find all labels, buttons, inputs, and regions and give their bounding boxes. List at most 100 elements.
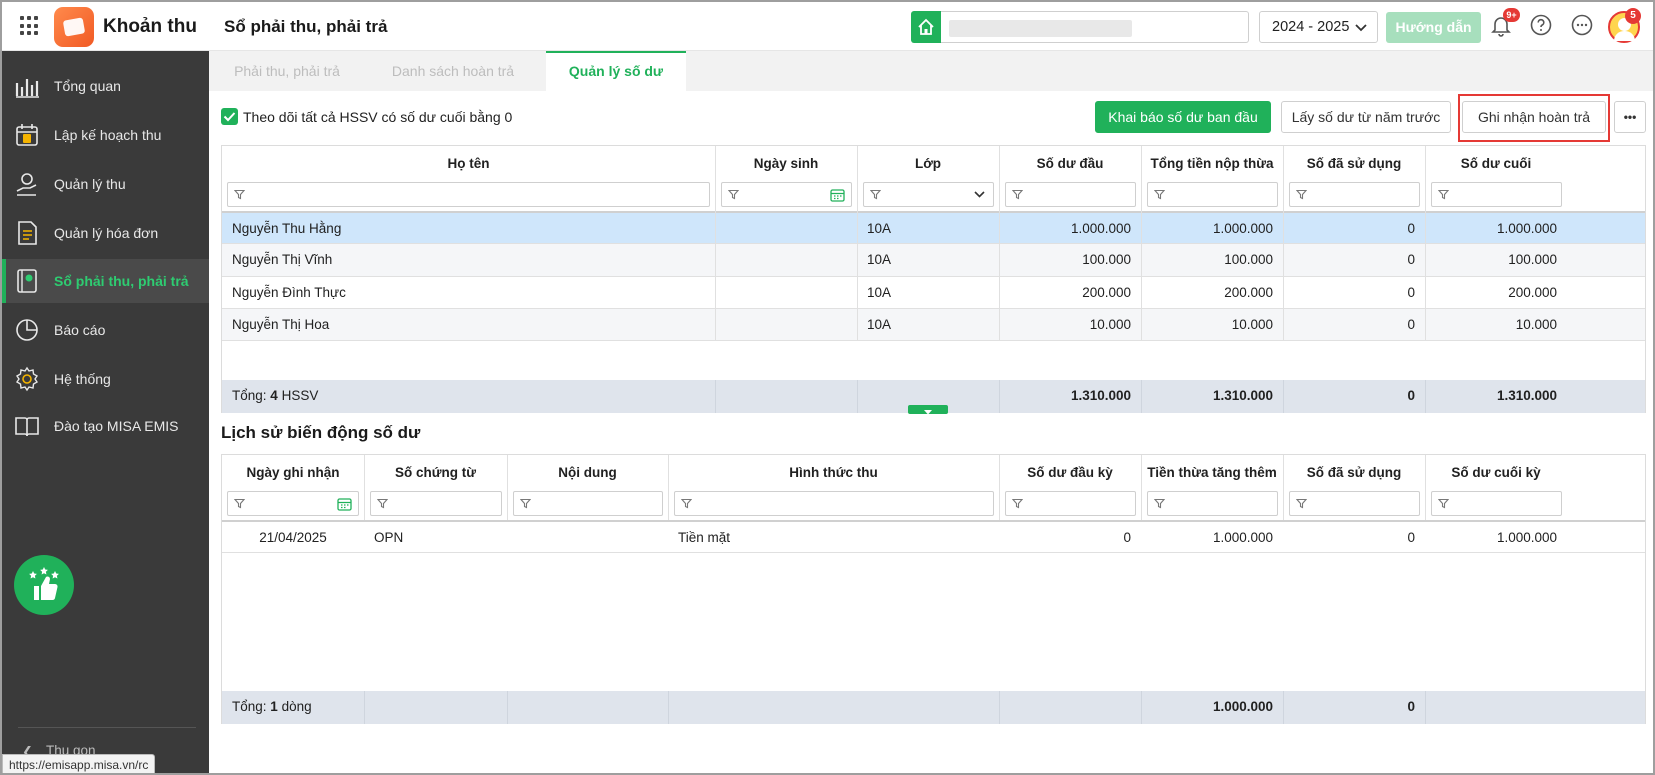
filter-icon: [870, 189, 881, 200]
filter-input-so-du-cuoi-ky[interactable]: [1431, 491, 1562, 516]
column-header-so-chung-tu[interactable]: Số chứng từ: [364, 455, 507, 491]
filter-input-ngay-ghi-nhan[interactable]: [227, 491, 359, 516]
column-header-so-du-dau-ky[interactable]: Số dư đầu kỳ: [999, 455, 1141, 491]
filter-input-tien-thua-tang-them[interactable]: [1147, 491, 1278, 516]
filter-input-tong-tien-nop-thua[interactable]: [1147, 182, 1278, 207]
column-header-tong-tien-nop-thua[interactable]: Tổng tiền nộp thừa: [1141, 146, 1283, 182]
sidebar-item-quan-ly-thu[interactable]: Quản lý thu: [2, 162, 209, 206]
chart-icon: [15, 79, 39, 98]
filter-icon: [1438, 498, 1449, 509]
app-logo: [54, 7, 94, 47]
status-bar-url: https://emisapp.misa.vn/rc: [2, 754, 156, 773]
column-header-ho-ten[interactable]: Họ tên: [222, 146, 715, 182]
column-header-lop[interactable]: Lớp: [857, 146, 999, 182]
footer-so-da-su-dung: 0: [1407, 699, 1415, 714]
filter-input-noi-dung[interactable]: [513, 491, 663, 516]
declare-opening-balance-button[interactable]: Khai báo số dư ban đầu: [1095, 101, 1271, 133]
footer-so-du-cuoi-ky: [1425, 691, 1567, 723]
more-actions-button[interactable]: •••: [1614, 101, 1646, 133]
calendar-icon[interactable]: [337, 497, 352, 511]
column-header-tien-thua-tang-them[interactable]: Tiền thừa tăng thêm: [1141, 455, 1283, 491]
column-header-ngay-sinh[interactable]: Ngày sinh: [715, 146, 857, 182]
cell-ngay-sinh: [715, 244, 857, 276]
cell-so-du-cuoi: 100.000: [1508, 252, 1557, 267]
footer-so-du-dau-ky: [999, 691, 1141, 723]
tab-phai-thu-phai-tra[interactable]: Phải thu, phải trả: [209, 51, 365, 91]
sidebar-item-so-phai-thu-phai-tra[interactable]: Sổ phải thu, phải trả: [2, 259, 209, 303]
footer-so-du-cuoi: 1.310.000: [1496, 388, 1557, 403]
table-row[interactable]: Nguyễn Thu Hằng 10A 1.000.000 1.000.000 …: [222, 211, 1645, 244]
cell-so-da-su-dung: 0: [1407, 530, 1415, 545]
filter-icon: [1296, 498, 1307, 509]
cell-ngay-sinh: [715, 277, 857, 309]
sidebar: Tổng quan Lập kế hoạch thu Quản lý thu Q…: [2, 51, 209, 773]
column-header-so-du-cuoi[interactable]: Số dư cuối: [1425, 146, 1567, 182]
cell-tien-thua-tang-them: 1.000.000: [1212, 530, 1273, 545]
table-row[interactable]: Nguyễn Thị Hoa 10A 10.000 10.000 0 10.00…: [222, 308, 1645, 341]
cell-so-du-dau: 200.000: [1082, 285, 1131, 300]
cell-so-du-dau: 100.000: [1082, 252, 1131, 267]
sidebar-item-bao-cao[interactable]: Báo cáo: [2, 308, 209, 352]
filter-icon: [681, 498, 692, 509]
track-zero-balance-checkbox[interactable]: [221, 108, 238, 125]
column-header-ngay-ghi-nhan[interactable]: Ngày ghi nhận: [222, 455, 364, 491]
table-row[interactable]: 21/04/2025 OPN Tiền mặt 0 1.000.000 0 1.…: [222, 520, 1645, 553]
footer-tien-thua-tang-them: 1.000.000: [1212, 699, 1273, 714]
filter-input-so-du-dau-ky[interactable]: [1005, 491, 1136, 516]
calendar-icon[interactable]: [830, 188, 845, 202]
filter-icon: [1154, 189, 1165, 200]
school-year-select[interactable]: 2024 - 2025: [1259, 11, 1378, 43]
notification-button[interactable]: 9+: [1489, 8, 1520, 39]
sidebar-item-lap-ke-hoach-thu[interactable]: Lập kế hoạch thu: [2, 113, 209, 157]
cell-lop: 10A: [867, 221, 892, 236]
filter-input-hinh-thuc-thu[interactable]: [674, 491, 994, 516]
fetch-previous-year-button[interactable]: Lấy số dư từ năm trước: [1281, 101, 1451, 133]
table-footer: Tổng: 1 dòng 1.000.000 0: [222, 691, 1645, 724]
column-header-so-da-su-dung[interactable]: Số đã sử dụng: [1283, 455, 1425, 491]
school-select[interactable]: [941, 11, 1249, 43]
filter-input-so-da-su-dung[interactable]: [1289, 182, 1420, 207]
home-button[interactable]: [911, 11, 941, 43]
highlight-annotation: [1458, 94, 1610, 142]
footer-so-du-dau: 1.310.000: [1070, 388, 1131, 403]
more-options-button[interactable]: [1570, 13, 1596, 39]
tab-danh-sach-hoan-tra[interactable]: Danh sách hoàn trả: [365, 51, 541, 91]
sidebar-item-he-thong[interactable]: Hệ thống: [2, 357, 209, 401]
column-header-so-du-dau[interactable]: Số dư đầu: [999, 146, 1141, 182]
filter-icon: [520, 498, 531, 509]
sidebar-item-tong-quan[interactable]: Tổng quan: [2, 64, 209, 108]
sidebar-item-dao-tao[interactable]: Đào tạo MISA EMIS: [2, 404, 209, 448]
filter-input-so-du-cuoi[interactable]: [1431, 182, 1562, 207]
cell-hinh-thuc-thu: Tiền mặt: [678, 530, 731, 545]
tab-quan-ly-so-du[interactable]: Quản lý số dư: [546, 51, 686, 91]
column-header-noi-dung[interactable]: Nội dung: [507, 455, 668, 491]
guide-button[interactable]: Hướng dẫn: [1386, 12, 1481, 43]
help-button[interactable]: [1529, 13, 1555, 39]
column-header-hinh-thuc-thu[interactable]: Hình thức thu: [668, 455, 999, 491]
cell-ho-ten: Nguyễn Thu Hằng: [232, 221, 342, 236]
filter-icon: [1438, 189, 1449, 200]
school-name-redacted: [949, 20, 1132, 37]
column-header-so-da-su-dung[interactable]: Số đã sử dụng: [1283, 146, 1425, 182]
filter-input-so-da-su-dung-ls[interactable]: [1289, 491, 1420, 516]
footer-tong-tien-nop-thua: 1.310.000: [1212, 388, 1273, 403]
footer-so-da-su-dung: 0: [1407, 388, 1415, 403]
cell-so-du-cuoi: 200.000: [1508, 285, 1557, 300]
home-icon: [918, 18, 934, 35]
apps-grid-icon[interactable]: [20, 16, 40, 36]
table-row[interactable]: Nguyễn Thị Vĩnh 10A 100.000 100.000 0 10…: [222, 243, 1645, 276]
filter-input-ho-ten[interactable]: [227, 182, 710, 207]
sidebar-item-label: Tổng quan: [54, 78, 121, 94]
panel-resize-handle[interactable]: [908, 405, 948, 415]
feedback-button[interactable]: [14, 555, 74, 615]
sidebar-item-quan-ly-hoa-don[interactable]: Quản lý hóa đơn: [2, 211, 209, 255]
filter-select-lop[interactable]: [863, 182, 994, 207]
filter-input-ngay-sinh[interactable]: [721, 182, 852, 207]
main-content: Phải thu, phải trả Danh sách hoàn trả Qu…: [209, 51, 1653, 773]
filter-input-so-du-dau[interactable]: [1005, 182, 1136, 207]
chevron-down-icon: [974, 191, 985, 198]
thumbs-up-stars-icon: [29, 567, 59, 601]
table-row[interactable]: Nguyễn Đình Thực 10A 200.000 200.000 0 2…: [222, 276, 1645, 309]
column-header-so-du-cuoi-ky[interactable]: Số dư cuối kỳ: [1425, 455, 1567, 491]
filter-input-so-chung-tu[interactable]: [370, 491, 502, 516]
